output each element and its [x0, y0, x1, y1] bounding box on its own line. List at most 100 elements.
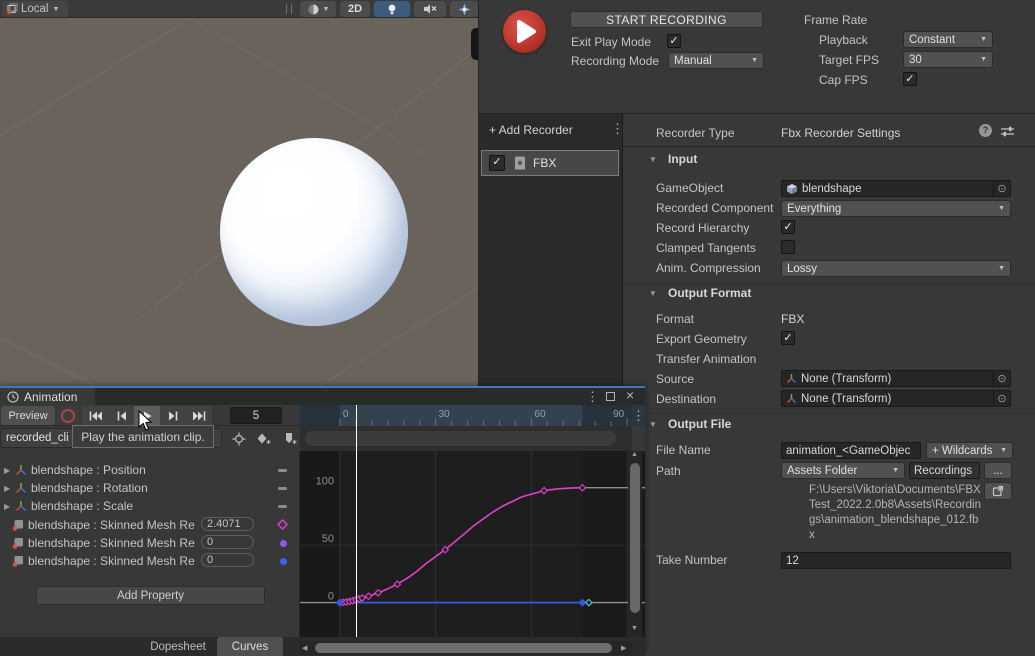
wildcards-dropdown[interactable]: + Wildcards▼	[926, 442, 1013, 459]
scene-effects-button[interactable]	[450, 1, 478, 17]
destination-label: Destination	[656, 392, 716, 406]
format-value: FBX	[781, 312, 804, 326]
output-file-foldout-icon[interactable]: ▼	[649, 420, 657, 429]
vertical-scrollbar[interactable]: ▲ ▼	[628, 451, 642, 637]
scene-lighting-button[interactable]	[374, 1, 410, 17]
recorded-component-dropdown[interactable]: Everything▼	[781, 200, 1011, 217]
scrollbar-thumb[interactable]	[630, 463, 640, 613]
preview-button[interactable]: Preview	[1, 406, 55, 425]
property-row[interactable]: blendshape : Skinned Mesh Re 0	[0, 534, 300, 552]
scrollbar-thumb[interactable]	[315, 643, 612, 653]
exit-play-mode-checkbox[interactable]: ✓	[667, 34, 681, 48]
object-picker-icon[interactable]: ⊙	[993, 391, 1010, 406]
source-label: Source	[656, 372, 694, 386]
curve-indicator-dot-blue	[280, 558, 287, 565]
tab-curves[interactable]: Curves	[217, 637, 283, 656]
scene-overlay-handle	[471, 28, 478, 60]
path-folder-input[interactable]: Recordings	[909, 462, 980, 479]
svg-text:30: 30	[439, 409, 451, 420]
clip-bar[interactable]	[305, 431, 616, 446]
add-recorder-button[interactable]: + Add Recorder	[489, 123, 573, 137]
crosshair-icon	[232, 432, 246, 446]
export-geometry-checkbox[interactable]: ✓	[781, 331, 795, 345]
scroll-up-icon[interactable]: ▲	[631, 451, 638, 458]
preset-sliders-icon[interactable]	[1000, 125, 1015, 138]
playback-dropdown[interactable]: Constant▼	[903, 31, 993, 48]
record-circle-icon	[61, 409, 75, 423]
output-format-foldout-icon[interactable]: ▼	[649, 289, 657, 298]
goto-begin-button[interactable]	[82, 406, 108, 425]
input-foldout-icon[interactable]: ▼	[649, 155, 657, 164]
record-hierarchy-checkbox[interactable]: ✓	[781, 220, 795, 234]
take-number-label: Take Number	[656, 553, 727, 567]
property-row[interactable]: ▶ blendshape : Scale	[0, 497, 300, 515]
scroll-down-icon[interactable]: ▼	[631, 625, 638, 632]
fbx-file-icon	[514, 156, 526, 170]
next-frame-button[interactable]	[160, 406, 186, 425]
timeline-ruler[interactable]: 0306090	[300, 405, 632, 426]
frame-number-input[interactable]: 5	[230, 407, 282, 424]
add-event-icon	[283, 432, 298, 445]
curve-editor[interactable]: 100500	[300, 451, 645, 637]
property-row[interactable]: ▶ blendshape : Position	[0, 461, 300, 479]
record-button[interactable]	[57, 406, 79, 425]
property-row[interactable]: blendshape : Skinned Mesh Re 0	[0, 552, 300, 570]
target-fps-dropdown[interactable]: 30▼	[903, 51, 993, 68]
close-icon[interactable]: ×	[626, 387, 634, 403]
help-icon[interactable]: ?	[979, 124, 992, 137]
property-value-field[interactable]: 2.4071	[201, 517, 254, 531]
window-menu-icon[interactable]: ⋮	[586, 390, 599, 403]
horizontal-scrollbar[interactable]: ◀ ▶	[300, 641, 632, 655]
recording-mode-dropdown[interactable]: Manual▼	[668, 52, 764, 69]
blendshape-sphere[interactable]	[220, 138, 408, 326]
playhead[interactable]	[356, 405, 357, 637]
scroll-right-icon[interactable]: ▶	[621, 644, 626, 652]
cap-fps-checkbox[interactable]: ✓	[903, 72, 917, 86]
scroll-left-icon[interactable]: ◀	[302, 644, 307, 652]
maximize-icon[interactable]	[606, 392, 615, 401]
browse-path-button[interactable]: ...	[984, 462, 1012, 479]
recorder-item-fbx[interactable]: ✓ FBX	[481, 150, 619, 176]
path-root-dropdown[interactable]: Assets Folder▼	[781, 462, 905, 479]
property-label: blendshape : Position	[31, 463, 146, 477]
take-number-input[interactable]: 12	[781, 552, 1011, 569]
shading-mode-button[interactable]: ▼	[300, 1, 336, 17]
tab-animation[interactable]: Animation	[0, 388, 95, 405]
recorder-item-checkbox[interactable]: ✓	[489, 155, 505, 171]
destination-object-field[interactable]: None (Transform) ⊙	[781, 390, 1011, 407]
ruler-menu[interactable]: ⋮	[632, 405, 645, 426]
path-root-value: Assets Folder	[787, 465, 857, 477]
add-property-label: Add Property	[117, 590, 184, 602]
object-picker-icon[interactable]: ⊙	[993, 371, 1010, 386]
foldout-icon[interactable]: ▶	[4, 466, 10, 475]
animation-tab-bar: Animation ⋮ ×	[0, 388, 645, 405]
previous-frame-button[interactable]	[108, 406, 134, 425]
property-row[interactable]: blendshape : Skinned Mesh Re 2.4071	[0, 516, 300, 534]
tab-dopesheet[interactable]: Dopesheet	[140, 637, 216, 656]
filter-curves-button[interactable]	[228, 429, 250, 448]
file-name-input[interactable]: animation_<GameObjec	[781, 442, 921, 459]
scene-viewport[interactable]	[0, 18, 478, 386]
gameobject-object-field[interactable]: blendshape ⊙	[781, 180, 1011, 197]
clamped-tangents-checkbox[interactable]	[781, 240, 795, 254]
scene-audio-button[interactable]	[414, 1, 446, 17]
start-recording-button[interactable]: START RECORDING	[570, 11, 763, 28]
toolbar-drag-handle[interactable]	[286, 4, 292, 14]
cap-fps-label: Cap FPS	[819, 73, 868, 87]
source-object-field[interactable]: None (Transform) ⊙	[781, 370, 1011, 387]
foldout-icon[interactable]: ▶	[4, 502, 10, 511]
property-value-field[interactable]: 0	[201, 553, 254, 567]
anim-compression-dropdown[interactable]: Lossy▼	[781, 260, 1011, 277]
open-path-button[interactable]	[984, 482, 1012, 500]
add-keyframe-button[interactable]	[252, 429, 276, 448]
2d-toggle-button[interactable]: 2D	[340, 1, 370, 17]
orientation-gizmo-button[interactable]: Local ▼	[2, 1, 68, 17]
property-value-field[interactable]: 0	[201, 535, 254, 549]
property-row[interactable]: ▶ blendshape : Rotation	[0, 479, 300, 497]
goto-end-button[interactable]	[186, 406, 212, 425]
add-property-button[interactable]: Add Property	[36, 586, 265, 605]
add-event-button[interactable]	[278, 429, 302, 448]
foldout-icon[interactable]: ▶	[4, 484, 10, 493]
object-picker-icon[interactable]: ⊙	[993, 181, 1010, 196]
goto-end-icon	[192, 410, 207, 422]
